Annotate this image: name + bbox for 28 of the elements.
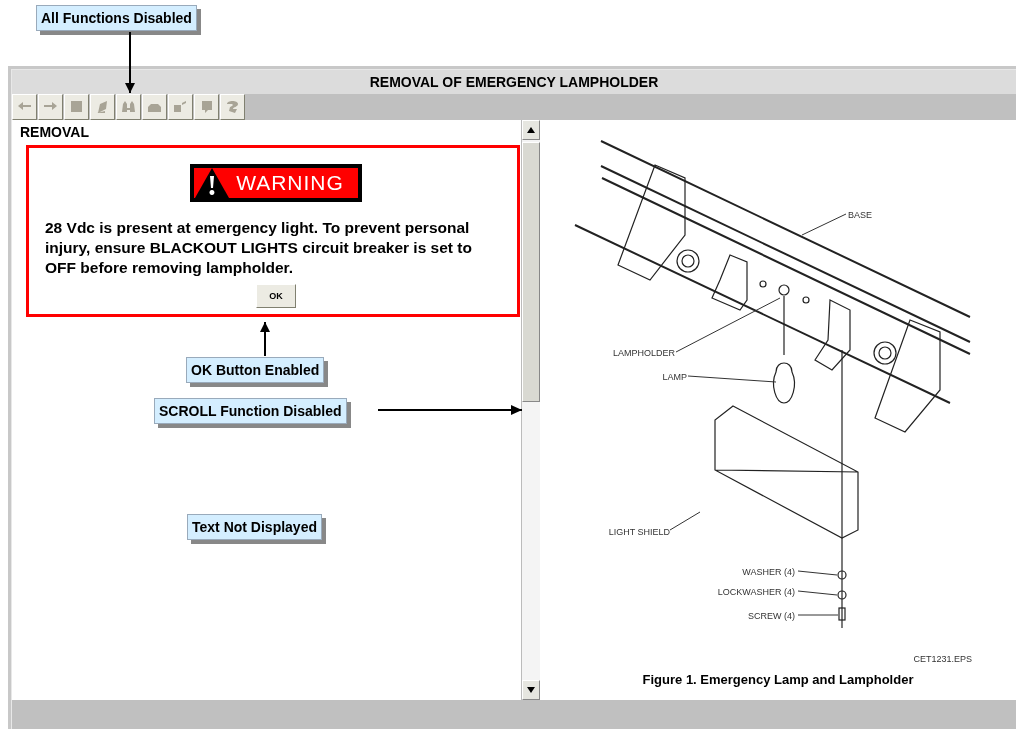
part-label: WASHER (4) bbox=[742, 567, 795, 577]
figure-file-id: CET1231.EPS bbox=[913, 654, 972, 664]
part-label: SCREW (4) bbox=[748, 611, 795, 621]
warning-icon bbox=[194, 167, 231, 199]
part-label: LIGHT SHIELD bbox=[608, 527, 670, 537]
leader-line bbox=[797, 590, 838, 596]
pointer-arrow bbox=[125, 31, 135, 94]
figure-caption: Figure 1. Emergency Lamp and Lampholder bbox=[642, 672, 914, 687]
leader-line bbox=[669, 511, 701, 531]
scroll-down-button[interactable] bbox=[522, 680, 540, 700]
scroll-up-button[interactable] bbox=[522, 120, 540, 140]
pointer-arrow bbox=[260, 321, 270, 357]
triangle-down-icon bbox=[527, 687, 535, 693]
ok-button[interactable]: OK bbox=[256, 284, 296, 308]
scrollbar[interactable] bbox=[521, 120, 540, 700]
leader-line bbox=[797, 614, 839, 616]
leader-line bbox=[801, 213, 847, 236]
part-label: LOCKWASHER (4) bbox=[717, 587, 795, 597]
leader-line bbox=[797, 570, 838, 576]
scrollbar-thumb[interactable] bbox=[522, 142, 540, 402]
section-heading: REMOVAL bbox=[20, 124, 90, 140]
part-label: LAMPHOLDER bbox=[613, 348, 675, 358]
triangle-up-icon bbox=[527, 127, 535, 133]
warning-label: WARNING bbox=[236, 171, 344, 195]
window-title: REMOVAL OF EMERGENCY LAMPHOLDER bbox=[12, 70, 1016, 94]
warning-text: 28 Vdc is present at emergency light. To prevent personal injury, ensure BLACKOUT LIGHTS circuit breaker is set to OFF before removing lampholder. bbox=[45, 218, 473, 278]
part-label: BASE bbox=[848, 210, 872, 220]
part-label: LAMP bbox=[662, 372, 687, 382]
